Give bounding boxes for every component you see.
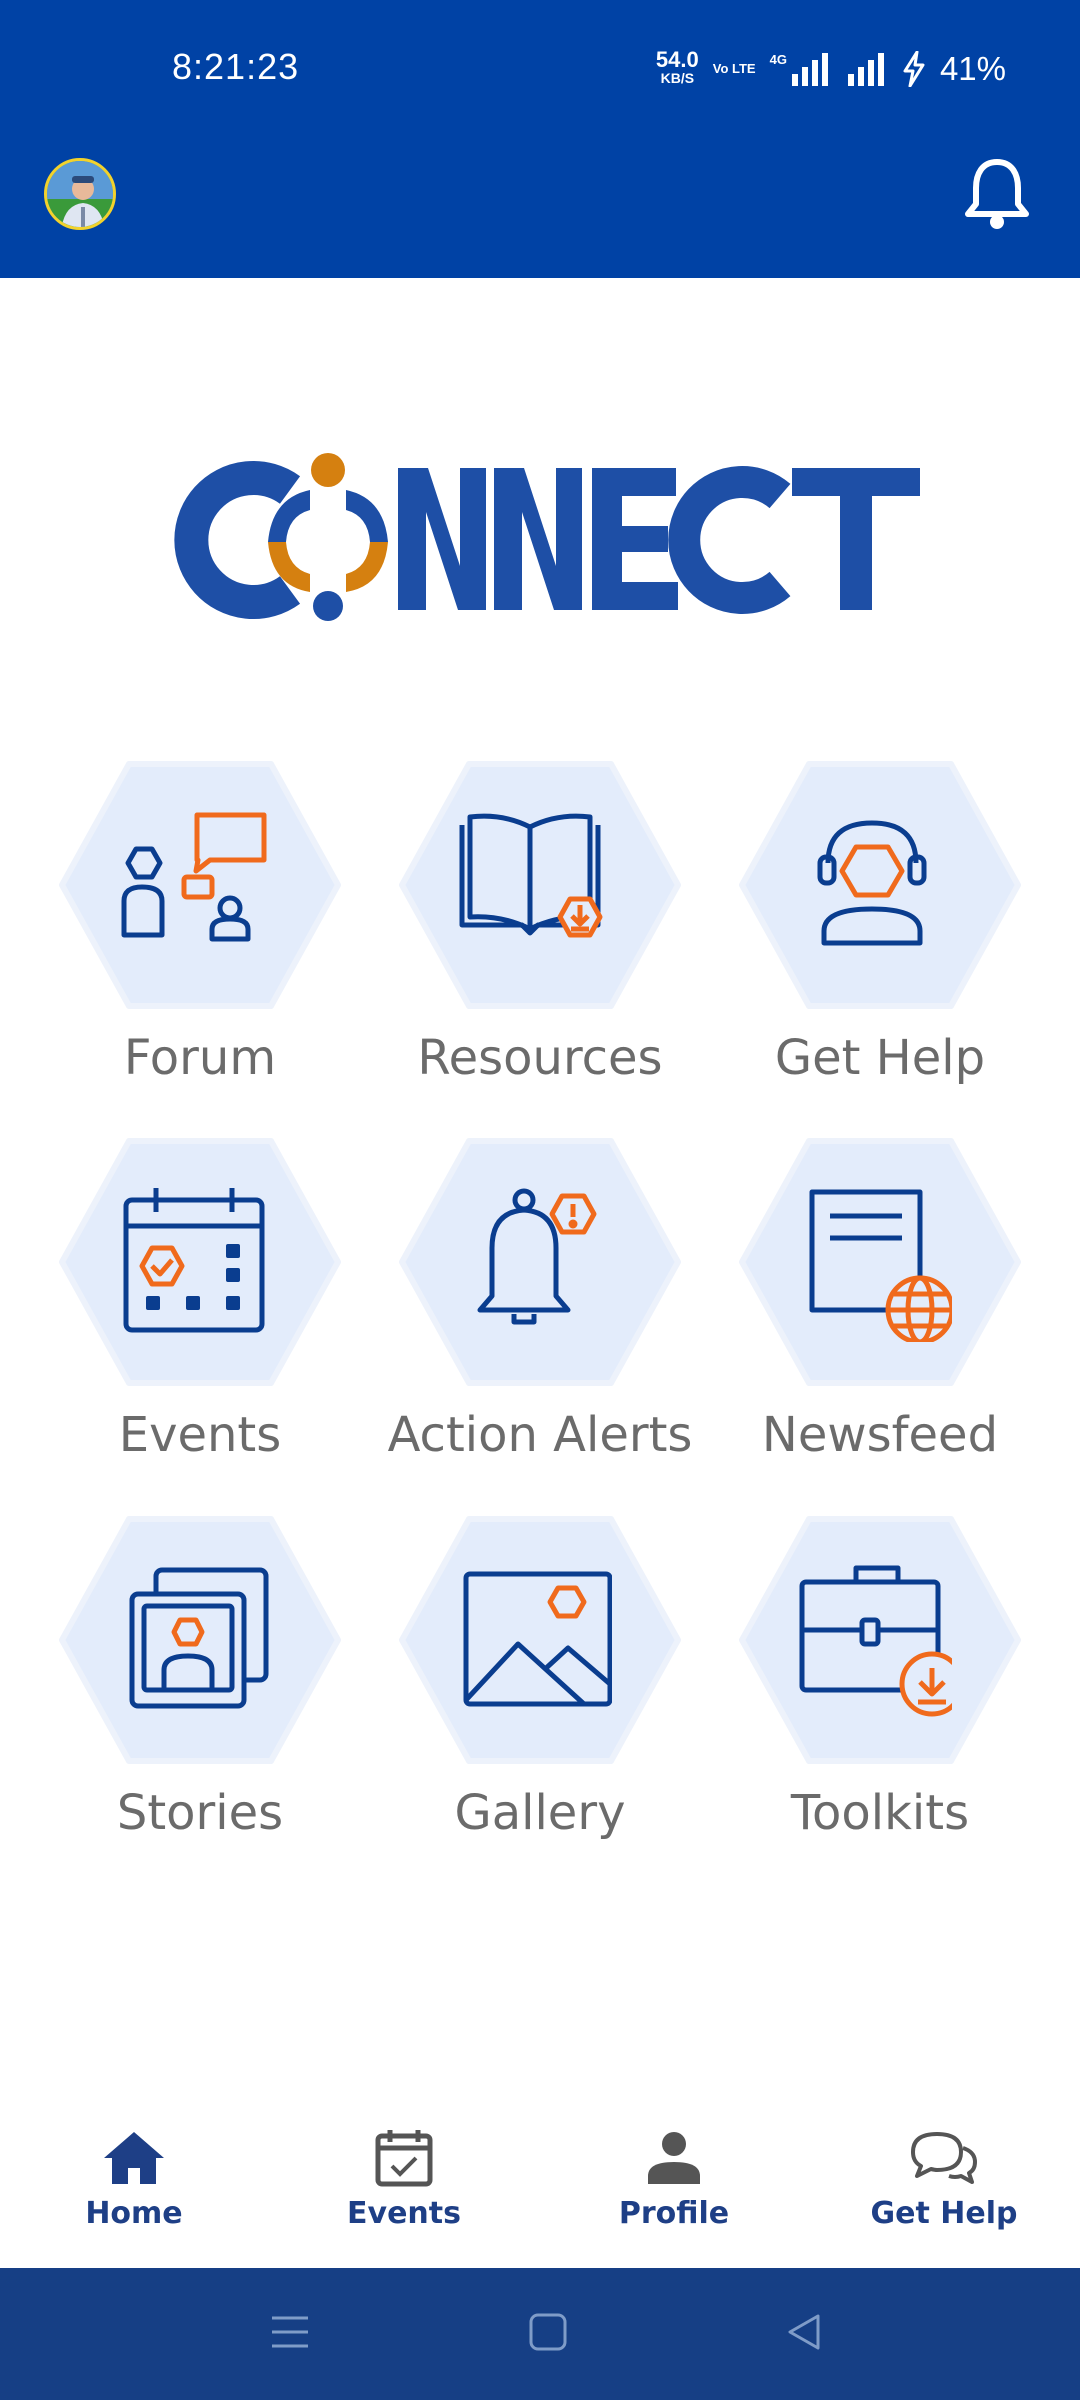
bottom-navigation: Home Events Profile Get Help (0, 2080, 1080, 2268)
tile-forum[interactable]: Forum (50, 760, 350, 1100)
tile-label: Gallery (454, 1785, 626, 1841)
nav-events[interactable]: Events (304, 2128, 504, 2258)
nav-label: Get Help (870, 2196, 1018, 2231)
headset-icon (817, 820, 927, 946)
menu-icon[interactable] (270, 2312, 310, 2352)
tile-action-alerts[interactable]: Action Alerts (388, 1137, 692, 1477)
calendar-icon (123, 1188, 265, 1333)
stories-icon (129, 1567, 269, 1709)
tile-get-help[interactable]: Get Help (730, 760, 1030, 1100)
mobile-signal-4g-icon: 4G (770, 52, 832, 86)
volte-indicator: Vo LTE (712, 61, 756, 76)
connect-logo (160, 450, 920, 630)
network-speed: 54.0 KB/S (655, 47, 699, 87)
tile-label: Resources (417, 1030, 663, 1086)
nav-label: Profile (618, 2196, 730, 2231)
tile-label: Forum (123, 1030, 277, 1086)
tile-resources[interactable]: Resources (390, 760, 690, 1100)
tile-stories[interactable]: Stories (50, 1515, 350, 1855)
tile-gallery[interactable]: Gallery (390, 1515, 690, 1855)
system-navigation-bar (0, 2268, 1080, 2400)
resources-icon (459, 813, 603, 938)
tile-label: Stories (116, 1785, 284, 1841)
tile-events[interactable]: Events (50, 1137, 350, 1477)
tile-label: Action Alerts (387, 1407, 693, 1463)
newsfeed-icon (809, 1189, 952, 1342)
tile-label: Events (118, 1407, 282, 1463)
forum-icon (121, 812, 267, 942)
back-triangle-icon[interactable] (784, 2312, 824, 2352)
nav-home[interactable]: Home (34, 2128, 234, 2258)
notification-bell-icon[interactable] (962, 154, 1032, 234)
person-icon (648, 2132, 700, 2184)
tile-newsfeed[interactable]: Newsfeed (730, 1137, 1030, 1477)
app-bar (0, 140, 1080, 278)
tile-toolkits[interactable]: Toolkits (730, 1515, 1030, 1855)
home-icon (104, 2132, 164, 2184)
battery-percentage: 41% (939, 50, 1006, 87)
user-avatar[interactable] (44, 158, 116, 230)
gallery-icon (463, 1571, 612, 1707)
status-time: 8:21:23 (172, 46, 300, 87)
status-indicators: 54.0 KB/S Vo LTE 4G 41% (655, 47, 1006, 88)
toolkit-icon (799, 1565, 952, 1717)
signal-icon (847, 53, 884, 86)
status-bar: 8:21:23 54.0 KB/S Vo LTE 4G 41% (0, 0, 1080, 140)
charging-icon (903, 51, 925, 87)
chat-bubbles-icon (911, 2132, 977, 2184)
alert-bell-icon (477, 1188, 597, 1325)
nav-label: Events (347, 2196, 461, 2231)
calendar-check-icon (375, 2130, 433, 2187)
tile-label: Newsfeed (761, 1407, 999, 1463)
tile-label: Get Help (774, 1030, 986, 1086)
home-square-icon[interactable] (528, 2312, 568, 2352)
nav-profile[interactable]: Profile (574, 2128, 774, 2258)
tile-label: Toolkits (790, 1785, 970, 1841)
nav-get-help[interactable]: Get Help (844, 2128, 1044, 2258)
nav-label: Home (85, 2196, 183, 2231)
